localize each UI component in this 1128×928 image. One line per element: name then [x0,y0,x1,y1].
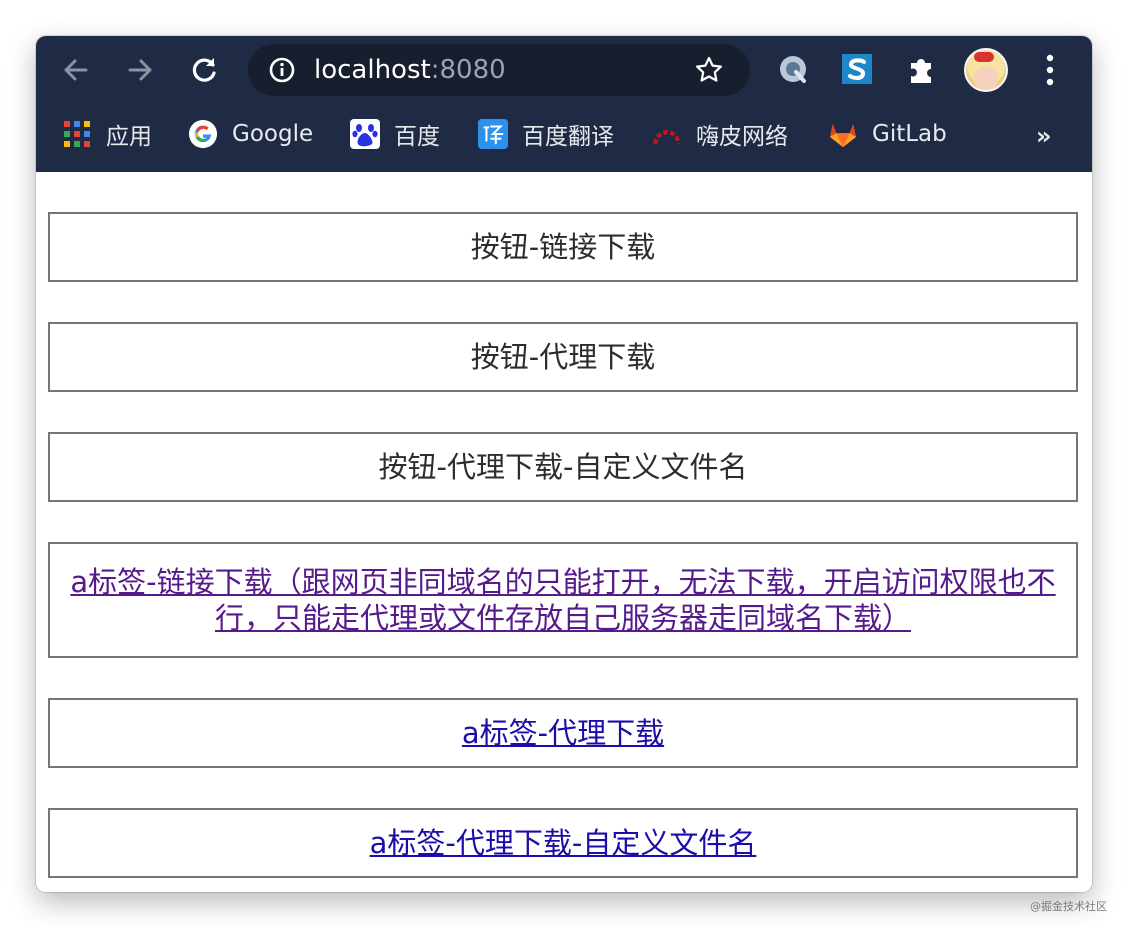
button-label: 按钮-链接下载 [470,230,656,264]
site-info-icon[interactable] [268,56,296,84]
button-label: 按钮-代理下载 [470,340,656,374]
bookmark-apps[interactable]: 应用 [62,116,152,152]
reload-icon [192,58,216,82]
bookmark-star-icon[interactable] [694,55,724,85]
browser-window: localhost:8080 应用 Google 百度 百度翻译 嗨皮网络 Gi… [36,36,1092,892]
url-host: localhost [314,55,431,85]
forward-arrow-icon [128,59,152,81]
bookmark-baidu-translate[interactable]: 百度翻译 [478,116,614,152]
happy-network-icon [652,119,682,149]
button-proxy-download-custom-filename[interactable]: 按钮-代理下载-自定义文件名 [48,432,1078,502]
baidu-icon [350,119,380,149]
menu-kebab-icon[interactable] [1036,52,1064,88]
a-tag-link-download-box: a标签-链接下载（跟网页非同域名的只能打开，无法下载，开启访问权限也不行，只能走… [48,542,1078,658]
a-tag-proxy-download-box: a标签-代理下载 [48,698,1078,768]
bookmark-happy-network[interactable]: 嗨皮网络 [652,116,788,152]
a-tag-proxy-download-custom-filename[interactable]: a标签-代理下载-自定义文件名 [370,825,757,861]
profile-avatar[interactable] [964,48,1008,92]
extension-q-icon[interactable] [776,52,810,86]
address-bar[interactable]: localhost:8080 [248,44,750,96]
back-arrow-icon [64,59,88,81]
bookmark-label: 百度 [394,124,440,150]
reload-button[interactable] [184,50,224,90]
bookmark-label: GitLab [872,121,947,147]
url-text: localhost:8080 [314,56,506,84]
baidu-translate-icon [478,119,508,149]
a-tag-proxy-download-custom-filename-box: a标签-代理下载-自定义文件名 [48,808,1078,878]
google-icon [188,119,218,149]
forward-button[interactable] [120,50,160,90]
bookmark-label: Google [232,121,314,147]
bookmark-google[interactable]: Google [188,116,313,152]
extension-s-icon[interactable] [840,52,874,86]
browser-toolbar: localhost:8080 应用 Google 百度 百度翻译 嗨皮网络 Gi… [36,36,1092,172]
button-label: 按钮-代理下载-自定义文件名 [378,450,748,484]
apps-grid-icon [62,119,92,149]
extensions-puzzle-icon[interactable] [904,52,938,86]
button-link-download[interactable]: 按钮-链接下载 [48,212,1078,282]
a-tag-proxy-download[interactable]: a标签-代理下载 [462,715,664,751]
bookmark-label: 嗨皮网络 [696,124,788,150]
gitlab-icon [828,119,858,149]
bookmark-label: 百度翻译 [522,124,614,150]
bookmarks-overflow-button[interactable]: » [1036,122,1052,150]
url-port: :8080 [430,55,506,85]
bookmark-gitlab[interactable]: GitLab [828,116,947,152]
watermark: @掘金技术社区 [1030,900,1107,913]
bookmarks-bar: 应用 Google 百度 百度翻译 嗨皮网络 GitLab » [36,112,1092,162]
page-content: 按钮-链接下载 按钮-代理下载 按钮-代理下载-自定义文件名 a标签-链接下载（… [36,172,1092,892]
back-button[interactable] [56,50,96,90]
bookmark-baidu[interactable]: 百度 [350,116,440,152]
a-tag-link-download[interactable]: a标签-链接下载（跟网页非同域名的只能打开，无法下载，开启访问权限也不行，只能走… [60,564,1066,636]
bookmark-label: 应用 [106,124,152,150]
button-proxy-download[interactable]: 按钮-代理下载 [48,322,1078,392]
